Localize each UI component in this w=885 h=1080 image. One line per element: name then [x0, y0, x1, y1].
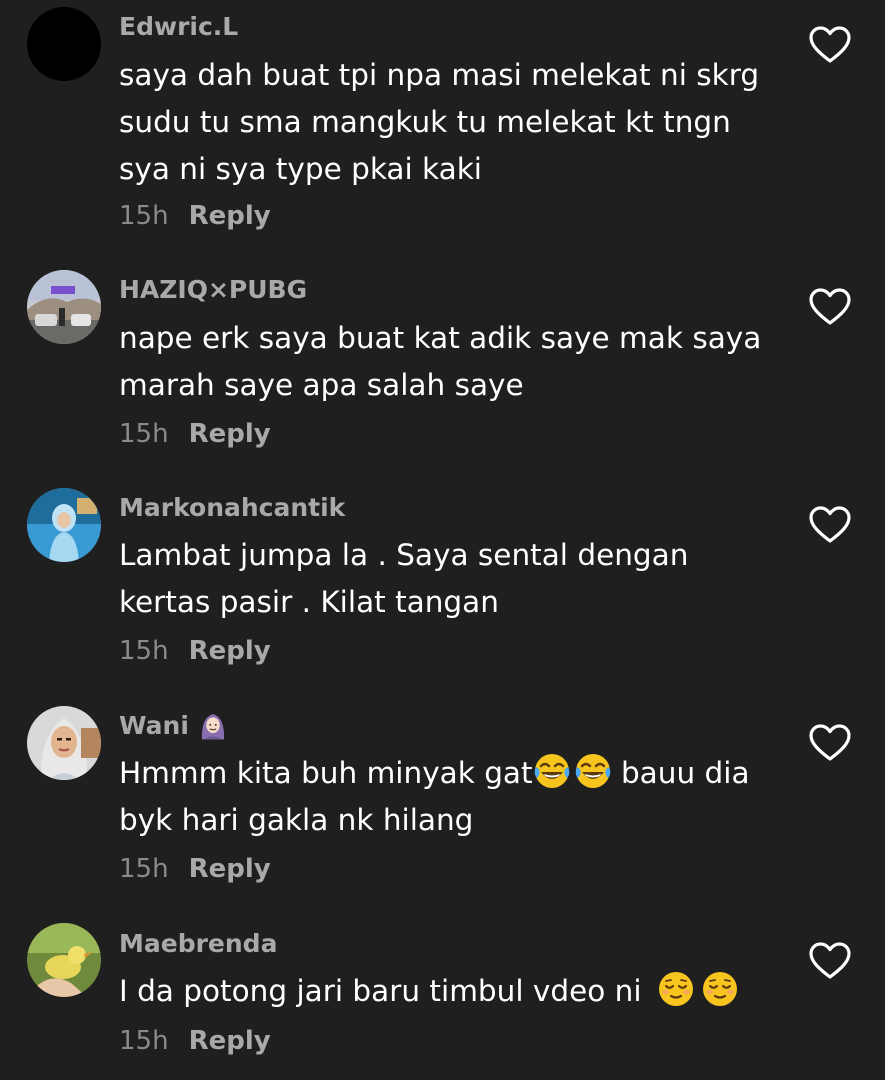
reply-button[interactable]: Reply — [189, 854, 271, 884]
reply-button[interactable]: Reply — [189, 201, 271, 231]
avatar-photo — [27, 706, 101, 780]
reply-button[interactable]: Reply — [189, 1026, 271, 1056]
comment-text: Hmmm kita buh minyak gat bauu dia byk ha… — [119, 750, 769, 844]
comment-meta: 15h Reply — [119, 201, 271, 231]
comment-text: I da potong jari baru timbul vdeo ni — [119, 968, 769, 1015]
comment-text: Lambat jumpa la . Saya sental dengan ker… — [119, 532, 769, 626]
avatar[interactable] — [27, 7, 101, 81]
comment-text-line: sudu tu sma mangkuk tu melekat kt tngn — [119, 105, 731, 139]
avatar-photo — [27, 488, 101, 562]
woman-with-headscarf-icon — [201, 714, 224, 740]
comment-text-line: kertas pasir . Kilat tangan — [119, 585, 499, 619]
comment-text-line: sya ni sya type pkai kaki — [119, 152, 482, 186]
comment-timestamp: 15h — [119, 201, 169, 231]
comment-meta: 15h Reply — [119, 419, 271, 449]
comment-text-line: marah saye apa salah saye — [119, 368, 524, 402]
comment-timestamp: 15h — [119, 1026, 169, 1056]
comment-meta: 15h Reply — [119, 636, 271, 666]
reply-button[interactable]: Reply — [189, 636, 271, 666]
relieved-face-emoji-icon — [701, 970, 739, 1008]
comment-username[interactable]: Edwric.L — [119, 12, 238, 42]
avatar-photo — [27, 923, 101, 997]
comment-timestamp: 15h — [119, 419, 169, 449]
avatar[interactable] — [27, 488, 101, 562]
comment-text-line: byk hari gakla nk hilang — [119, 803, 474, 837]
comment-username[interactable]: Maebrenda — [119, 929, 277, 959]
username-text: Wani — [119, 711, 189, 740]
comment-text-line: Lambat jumpa la . Saya sental dengan — [119, 538, 689, 572]
comment-text: saya dah buat tpi npa masi melekat ni sk… — [119, 52, 769, 193]
heart-icon[interactable] — [808, 25, 852, 65]
comment-timestamp: 15h — [119, 854, 169, 884]
avatar-photo — [27, 270, 101, 344]
relieved-face-emoji-icon — [657, 970, 695, 1008]
comment-text: nape erk saya buat kat adik saye mak say… — [119, 315, 769, 409]
tears-of-joy-emoji-icon — [574, 752, 612, 790]
avatar[interactable] — [27, 270, 101, 344]
avatar[interactable] — [27, 923, 101, 997]
tears-of-joy-emoji-icon — [533, 752, 571, 790]
avatar[interactable] — [27, 706, 101, 780]
heart-icon[interactable] — [808, 941, 852, 981]
comment-text-line: I da potong jari baru timbul vdeo ni — [119, 968, 769, 1015]
reply-button[interactable]: Reply — [189, 419, 271, 449]
comment-text-segment: bauu dia — [620, 756, 750, 790]
comment-text-line: Hmmm kita buh minyak gat bauu dia — [119, 750, 769, 797]
heart-icon[interactable] — [808, 723, 852, 763]
comment-text-line: nape erk saya buat kat adik saye mak say… — [119, 321, 762, 355]
heart-icon[interactable] — [808, 287, 852, 327]
comment-text-line: saya dah buat tpi npa masi melekat ni sk… — [119, 58, 760, 92]
comment-username[interactable]: HAZIQ⨯PUBG — [119, 275, 307, 305]
heart-icon[interactable] — [808, 505, 852, 545]
comment-text-segment: I da potong jari baru timbul vdeo ni — [119, 974, 642, 1008]
comment-text-segment: Hmmm kita buh minyak gat — [119, 756, 533, 790]
comment-meta: 15h Reply — [119, 854, 271, 884]
comment-username[interactable]: Wani — [119, 711, 228, 741]
comment-timestamp: 15h — [119, 636, 169, 666]
comment-username[interactable]: Markonahcantik — [119, 493, 345, 523]
comment-meta: 15h Reply — [119, 1026, 271, 1056]
